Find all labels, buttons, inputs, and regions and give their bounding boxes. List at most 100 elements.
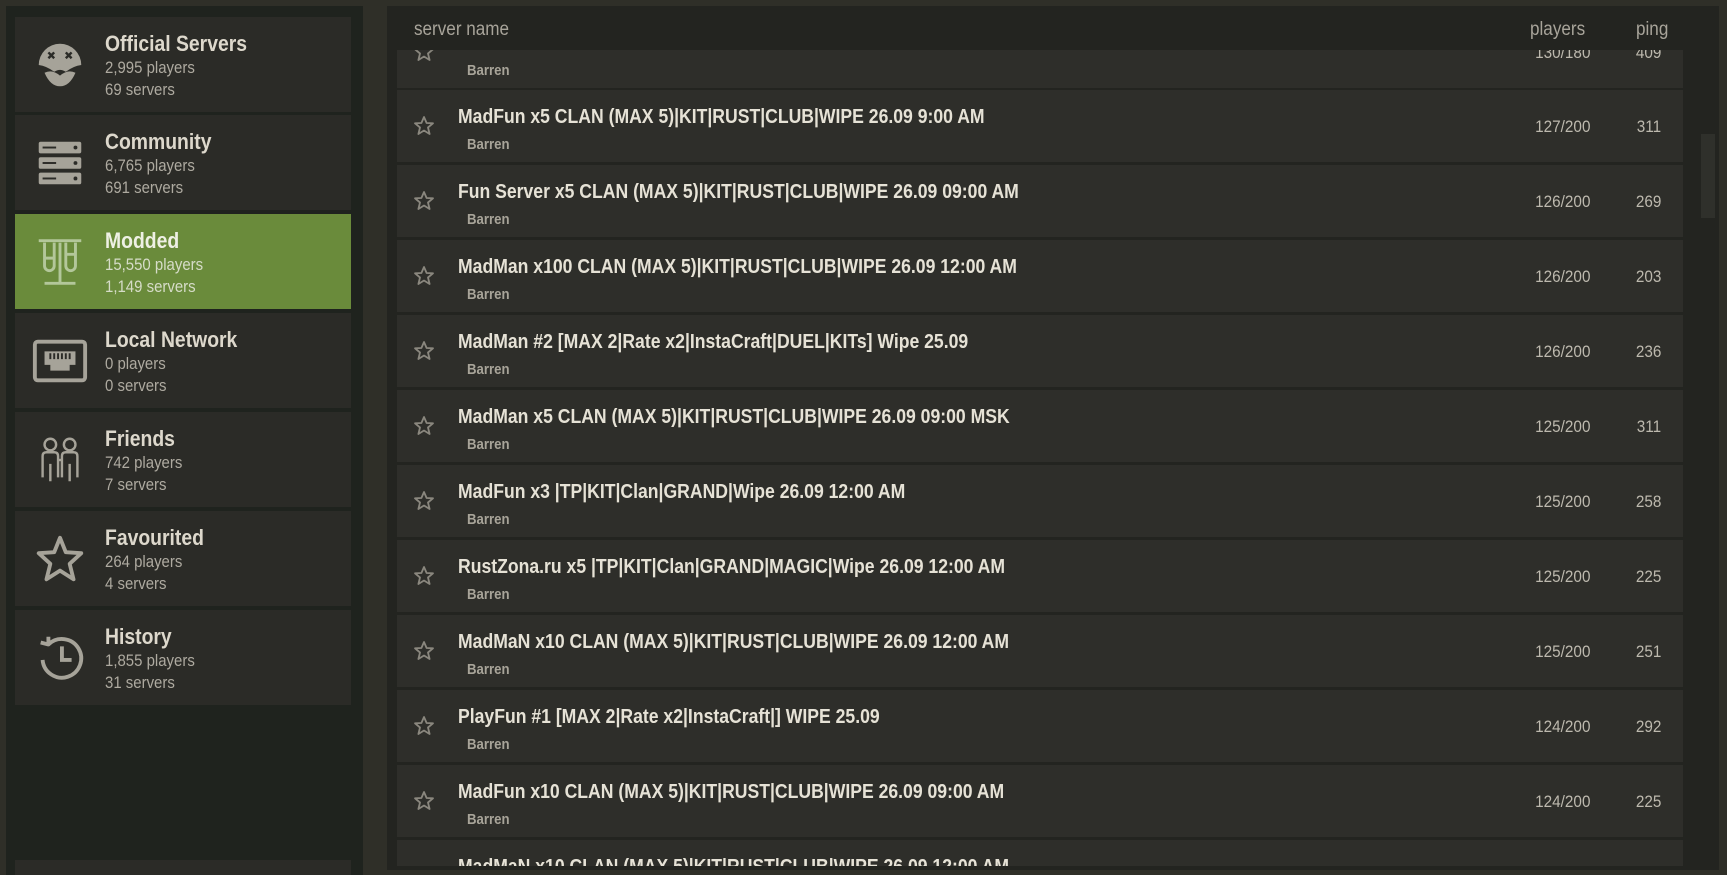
category-servers: 7 servers: [105, 475, 167, 494]
category-servers: 69 servers: [105, 80, 175, 99]
server-players: 127/200: [1534, 117, 1590, 136]
category-servers: 4 servers: [105, 574, 167, 593]
server-players: 126/200: [1534, 342, 1590, 361]
table-row[interactable]: MadMaN x10 CLAN (MAX 5)|KIT|RUST|CLUB|WI…: [397, 840, 1683, 866]
favourite-star-icon[interactable]: [412, 564, 436, 588]
history-icon: [15, 610, 105, 705]
column-server-name[interactable]: server name: [414, 19, 509, 41]
category-name: Favourited: [105, 525, 204, 550]
category-servers: 1,149 servers: [105, 277, 196, 296]
sidebar-item-friends[interactable]: Friends 742 players 7 servers: [15, 412, 351, 507]
server-name: MadMan #2 [MAX 2|Rate x2|InstaCraft|DUEL…: [458, 331, 969, 353]
test-tubes-icon: [15, 214, 105, 309]
category-players: 742 players: [105, 453, 183, 472]
category-name: Local Network: [105, 327, 238, 352]
server-name: MadFun x3 |TP|KIT|Clan|GRAND|Wipe 26.09 …: [458, 481, 906, 503]
server-name: MadMan x5 CLAN (MAX 5)|KIT|RUST|CLUB|WIP…: [458, 406, 1010, 428]
server-ping: 311: [1636, 117, 1661, 136]
server-players: 125/200: [1534, 642, 1590, 661]
server-ping: 409: [1635, 50, 1661, 62]
friends-icon: [15, 412, 105, 507]
favourite-star-icon[interactable]: [412, 789, 436, 813]
list-scrollbar[interactable]: [1697, 50, 1715, 866]
category-name: Official Servers: [105, 31, 248, 56]
server-ping: 225: [1635, 792, 1661, 811]
sidebar-item-community[interactable]: Community 6,765 players 691 servers: [15, 115, 351, 210]
favourite-star-icon[interactable]: [412, 189, 436, 213]
server-map: Barren: [467, 586, 510, 603]
server-players: 126/200: [1534, 192, 1590, 211]
table-row[interactable]: MadFun x3 |TP|KIT|Clan|GRAND|Wipe 26.09 …: [397, 465, 1683, 537]
server-map: Barren: [467, 62, 510, 79]
table-row[interactable]: MadMan x5 CLAN (MAX 5)|KIT|RUST|CLUB|WIP…: [397, 390, 1683, 462]
server-map: Barren: [467, 136, 510, 153]
server-map: Barren: [467, 811, 510, 828]
scrollbar-thumb[interactable]: [1701, 134, 1715, 218]
server-ping: 225: [1635, 567, 1661, 586]
server-name: PlayFun #1 [MAX 2|Rate x2|InstaCraft|] W…: [458, 706, 880, 728]
category-players: 1,855 players: [105, 651, 195, 670]
server-name: MadMaN x10 CLAN (MAX 5)|KIT|RUST|CLUB|WI…: [458, 631, 1010, 653]
server-map: Barren: [467, 211, 510, 228]
server-name: MadMaN x10 CLAN (MAX 5)|KIT|RUST|CLUB|WI…: [458, 856, 1009, 866]
category-name: History: [105, 624, 172, 649]
favourite-star-icon[interactable]: [412, 114, 436, 138]
category-players: 264 players: [105, 552, 183, 571]
server-ping: 258: [1635, 492, 1661, 511]
server-map: Barren: [467, 361, 510, 378]
server-players: 126/200: [1534, 267, 1590, 286]
server-ping: 292: [1635, 717, 1661, 736]
server-map: Barren: [467, 436, 510, 453]
favourite-star-icon[interactable]: [412, 264, 436, 288]
server-players: 125/200: [1534, 567, 1590, 586]
server-name: RustZona.ru x5 |TP|KIT|Clan|GRAND|MAGIC|…: [458, 556, 1006, 578]
server-players: 125/200: [1534, 492, 1590, 511]
sidebar-item-official-servers[interactable]: Official Servers 2,995 players 69 server…: [15, 17, 351, 112]
favourite-star-icon[interactable]: [412, 639, 436, 663]
favourite-star-icon[interactable]: [412, 489, 436, 513]
category-players: 6,765 players: [105, 156, 195, 175]
server-players: 124/200: [1534, 792, 1590, 811]
favourite-star-icon[interactable]: [412, 339, 436, 363]
sidebar-item-history[interactable]: History 1,855 players 31 servers: [15, 610, 351, 705]
server-rack-icon: [15, 115, 105, 210]
category-players: 0 players: [105, 354, 166, 373]
table-row[interactable]: MadFun x5 CLAN (MAX 5)|KIT|RUST|CLUB|WIP…: [397, 90, 1683, 162]
server-list-panel: server name players ping Barren 130/180 …: [387, 6, 1719, 870]
server-name: MadFun x5 CLAN (MAX 5)|KIT|RUST|CLUB|WIP…: [458, 106, 985, 128]
category-sidebar: Official Servers 2,995 players 69 server…: [6, 6, 363, 875]
column-ping[interactable]: ping: [1636, 19, 1668, 41]
category-servers: 0 servers: [105, 376, 167, 395]
category-name: Modded: [105, 228, 180, 253]
category-name: Community: [105, 129, 212, 154]
server-ping: 311: [1636, 417, 1661, 436]
table-row[interactable]: MadMan #2 [MAX 2|Rate x2|InstaCraft|DUEL…: [397, 315, 1683, 387]
server-map: Barren: [467, 286, 510, 303]
server-name: Fun Server x5 CLAN (MAX 5)|KIT|RUST|CLUB…: [458, 181, 1019, 203]
favourite-star-icon[interactable]: [412, 714, 436, 738]
sidebar-item-local-network[interactable]: Local Network 0 players 0 servers: [15, 313, 351, 408]
server-ping: 236: [1635, 342, 1661, 361]
table-row[interactable]: Barren 130/180 409: [397, 50, 1683, 88]
server-players: 130/180: [1534, 50, 1590, 62]
star-icon: [15, 511, 105, 606]
sidebar-item-modded[interactable]: Modded 15,550 players 1,149 servers: [15, 214, 351, 309]
sidebar-item-favourited[interactable]: Favourited 264 players 4 servers: [15, 511, 351, 606]
favourite-star-icon[interactable]: [412, 50, 436, 64]
table-row[interactable]: MadMan x100 CLAN (MAX 5)|KIT|RUST|CLUB|W…: [397, 240, 1683, 312]
server-ping: 203: [1635, 267, 1661, 286]
category-players: 2,995 players: [105, 58, 195, 77]
server-list: Barren 130/180 409 MadFun x5 CLAN (MAX 5…: [397, 50, 1683, 866]
network-port-icon: [15, 313, 105, 408]
table-row[interactable]: RustZona.ru x5 |TP|KIT|Clan|GRAND|MAGIC|…: [397, 540, 1683, 612]
table-row[interactable]: Fun Server x5 CLAN (MAX 5)|KIT|RUST|CLUB…: [397, 165, 1683, 237]
table-row[interactable]: MadFun x10 CLAN (MAX 5)|KIT|RUST|CLUB|WI…: [397, 765, 1683, 837]
list-header: server name players ping: [387, 6, 1719, 50]
server-map: Barren: [467, 511, 510, 528]
column-players[interactable]: players: [1530, 19, 1585, 41]
server-ping: 269: [1635, 192, 1661, 211]
favourite-star-icon[interactable]: [412, 414, 436, 438]
table-row[interactable]: PlayFun #1 [MAX 2|Rate x2|InstaCraft|] W…: [397, 690, 1683, 762]
table-row[interactable]: MadMaN x10 CLAN (MAX 5)|KIT|RUST|CLUB|WI…: [397, 615, 1683, 687]
category-servers: 31 servers: [105, 673, 175, 692]
